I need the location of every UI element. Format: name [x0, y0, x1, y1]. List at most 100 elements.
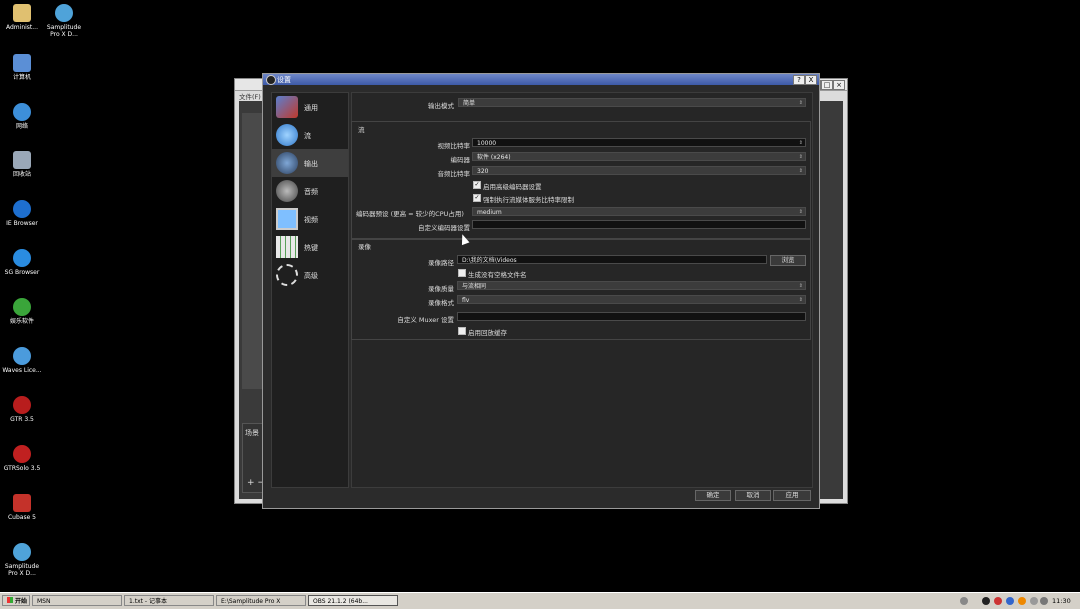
taskbar-item-notepad[interactable]: 1.txt - 记事本 — [124, 595, 214, 606]
sidebar-item-label: 输出 — [304, 160, 318, 168]
start-label: 开始 — [15, 598, 28, 605]
taskbar-item-samplitude[interactable]: E:\Samplitude Pro X — [216, 595, 306, 606]
desktop-icon-waves[interactable]: Waves Lice... — [0, 347, 44, 374]
ok-button[interactable]: 确定 — [695, 490, 731, 501]
clock[interactable]: 11:30 — [1052, 597, 1071, 605]
replay-buffer-label: 启用回放缓存 — [468, 329, 507, 337]
tray-red-icon[interactable] — [994, 597, 1002, 605]
stream-group-title: 流 — [358, 126, 365, 134]
close-button[interactable]: X — [805, 75, 817, 85]
desktop-icon-gtr[interactable]: GTR 3.5 — [0, 396, 44, 423]
browse-button[interactable]: 浏览 — [770, 255, 806, 266]
apply-button[interactable]: 应用 — [773, 490, 811, 501]
desktop-icon-gtrsolo[interactable]: GTRSolo 3.5 — [0, 445, 44, 472]
network-icon — [13, 103, 31, 121]
video-bitrate-value: 10000 — [477, 140, 497, 147]
desktop-icon-label: SG Browser — [4, 269, 40, 276]
sidebar-item-video[interactable]: 视频 — [272, 205, 348, 233]
taskbar-item-label: OBS 21.1.2 (64b... — [313, 598, 368, 605]
desktop-icon-administrator[interactable]: Administ... — [0, 4, 44, 31]
desktop-icon-sg-browser[interactable]: SG Browser — [0, 249, 44, 276]
desktop-icon-label: 计算机 — [12, 74, 31, 81]
custom-muxer-label: 自定义 Muxer 设置 — [397, 316, 454, 324]
video-monitor-icon — [276, 208, 298, 230]
recording-quality-select[interactable]: 与流相同 ⇕ — [457, 281, 806, 290]
recycle-bin-icon — [13, 151, 31, 169]
sidebar-item-output[interactable]: 输出 — [272, 149, 348, 177]
desktop-icon-cubase[interactable]: Cubase 5 — [0, 494, 44, 521]
tray-ime-icon[interactable] — [1018, 597, 1026, 605]
recording-path-input[interactable]: D:\我的文档\Videos — [457, 255, 767, 264]
close-button[interactable]: × — [833, 80, 845, 90]
desktop-icon-samplitude-top[interactable]: Samplitude Pro X D... — [42, 4, 86, 38]
obs-menu-file[interactable]: 文件(F) — [239, 91, 261, 101]
recording-format-select[interactable]: flv ⇕ — [457, 295, 806, 304]
tray-volume-icon[interactable] — [1030, 597, 1038, 605]
no-space-filename-checkbox[interactable] — [458, 269, 466, 277]
sg-browser-icon — [13, 249, 31, 267]
enforce-bitrate-checkbox[interactable]: ✓ — [473, 194, 481, 202]
advanced-gears-icon — [276, 264, 298, 286]
video-bitrate-label: 视频比特率 — [437, 142, 471, 150]
samplitude-icon — [13, 543, 31, 561]
tray-blue-icon[interactable] — [1006, 597, 1014, 605]
start-button[interactable]: 开始 — [2, 595, 30, 606]
sidebar-item-audio[interactable]: 音频 — [272, 177, 348, 205]
spin-arrows-icon[interactable]: ⇕ — [799, 139, 803, 148]
sidebar-item-stream[interactable]: 流 — [272, 121, 348, 149]
custom-muxer-input[interactable] — [457, 312, 806, 321]
desktop-icon-samplitude-bottom[interactable]: Samplitude Pro X D... — [0, 543, 44, 577]
hotkeys-keyboard-icon — [276, 236, 298, 258]
help-button[interactable]: ? — [793, 75, 805, 85]
chevron-updown-icon: ⇕ — [798, 154, 803, 160]
recording-group: 录像 录像路径 D:\我的文档\Videos 浏览 生成没有空格文件名 录像质量… — [351, 238, 811, 340]
output-icon — [276, 152, 298, 174]
samplitude-icon — [55, 4, 73, 22]
output-mode-label: 输出模式 — [428, 102, 454, 110]
desktop-icon-label: Administ... — [6, 24, 38, 31]
tray-shield-icon[interactable] — [982, 597, 990, 605]
audio-bitrate-label: 音频比特率 — [437, 170, 471, 178]
output-mode-select[interactable]: 简单 ⇕ — [458, 98, 806, 107]
desktop-icon-ie-browser[interactable]: IE Browser — [0, 200, 44, 227]
desktop-icon-entertainment[interactable]: 娱乐软件 — [0, 298, 44, 325]
sidebar-item-label: 视频 — [304, 216, 318, 224]
recording-format-label: 录像格式 — [428, 299, 454, 307]
cancel-button[interactable]: 取消 — [735, 490, 771, 501]
settings-dialog: 设置 ? X 通用 流 输出 音频 视频 热键 高级 输出模式 简单 ⇕ 流 视… — [262, 73, 820, 509]
encoder-select[interactable]: 软件 (x264) ⇕ — [472, 152, 806, 161]
desktop-icon-label: Waves Lice... — [2, 367, 42, 374]
desktop-icon-computer[interactable]: 计算机 — [0, 54, 44, 81]
desktop-icon-network[interactable]: 网络 — [0, 103, 44, 130]
gtr-icon — [13, 396, 31, 414]
chevron-updown-icon: ⇕ — [798, 100, 803, 106]
sidebar-item-label: 热键 — [304, 244, 318, 252]
windows-logo-icon — [7, 597, 13, 603]
output-mode-value: 简单 — [463, 100, 476, 107]
sidebar-item-label: 流 — [304, 132, 311, 140]
video-bitrate-spinbox[interactable]: 10000 ⇕ — [472, 138, 806, 147]
chevron-updown-icon: ⇕ — [798, 283, 803, 289]
maximize-button[interactable]: □ — [821, 80, 833, 90]
taskbar: 开始 MSN 1.txt - 记事本 E:\Samplitude Pro X O… — [0, 592, 1080, 609]
audio-bitrate-select[interactable]: 320 ⇕ — [472, 166, 806, 175]
desktop-icon-label: Cubase 5 — [7, 514, 37, 521]
audio-bitrate-value: 320 — [477, 168, 489, 175]
desktop-icon-label: GTRSolo 3.5 — [3, 465, 41, 472]
chevron-updown-icon: ⇕ — [798, 209, 803, 215]
encoder-preset-select[interactable]: medium ⇕ — [472, 207, 806, 216]
custom-encoder-input[interactable] — [472, 220, 806, 229]
custom-encoder-label: 自定义编码器设置 — [418, 224, 470, 232]
replay-buffer-checkbox[interactable] — [458, 327, 466, 335]
tray-network-icon[interactable] — [960, 597, 968, 605]
settings-titlebar: 设置 ? X — [263, 74, 819, 85]
tray-speaker-icon[interactable] — [1040, 597, 1048, 605]
recording-group-title: 录像 — [358, 243, 371, 251]
taskbar-item-obs[interactable]: OBS 21.1.2 (64b... — [308, 595, 398, 606]
desktop-icon-recycle-bin[interactable]: 回收站 — [0, 151, 44, 178]
taskbar-item-msn[interactable]: MSN — [32, 595, 122, 606]
waves-icon — [13, 347, 31, 365]
computer-icon — [13, 54, 31, 72]
advanced-encoder-checkbox[interactable]: ✓ — [473, 181, 481, 189]
folder-user-icon — [13, 4, 31, 22]
